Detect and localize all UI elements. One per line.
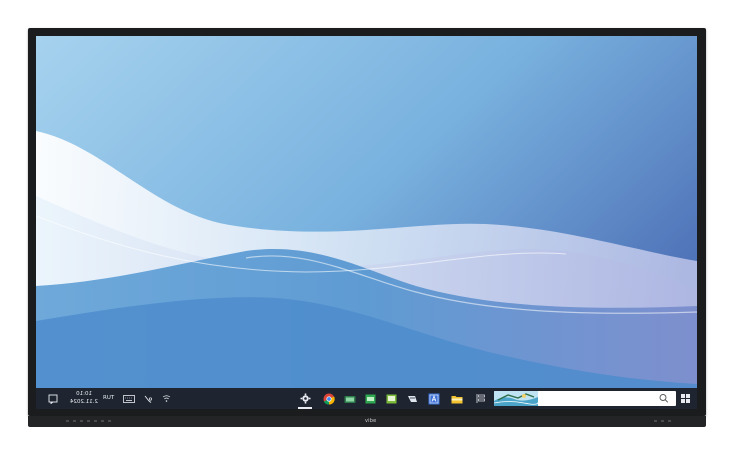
folder-app[interactable] bbox=[450, 392, 463, 405]
camera-app[interactable] bbox=[343, 392, 356, 405]
clock-date: 2.11.2024 bbox=[70, 399, 98, 405]
taskbar: 10:10 2.11.2024 RUT bbox=[36, 388, 697, 409]
camera-icon bbox=[344, 395, 355, 403]
active-app-indicator bbox=[298, 407, 312, 409]
start-icon bbox=[680, 394, 690, 403]
start-button[interactable] bbox=[678, 388, 692, 409]
screen: 10:10 2.11.2024 RUT bbox=[36, 36, 697, 409]
notification-icon bbox=[48, 394, 58, 404]
device-brand: vibe bbox=[365, 418, 377, 424]
keyboard-icon bbox=[123, 394, 135, 403]
chin-indicator-left bbox=[66, 420, 111, 422]
text-app[interactable] bbox=[427, 392, 440, 405]
chrome-app[interactable] bbox=[322, 392, 335, 405]
text-app-icon bbox=[428, 393, 439, 404]
settings-icon bbox=[300, 393, 311, 404]
arrow-app-icon bbox=[408, 395, 417, 402]
display-chin: vibe bbox=[28, 416, 706, 427]
desktop-wallpaper bbox=[36, 36, 697, 409]
notification-button[interactable] bbox=[46, 388, 60, 409]
chrome-icon bbox=[323, 393, 335, 405]
search-highlight-image bbox=[494, 391, 538, 406]
chin-indicator-right bbox=[654, 420, 671, 422]
spreadsheet-icon bbox=[365, 394, 376, 403]
language-indicator[interactable]: RUT bbox=[103, 388, 114, 409]
taskbar-search[interactable] bbox=[494, 391, 676, 406]
wifi-button[interactable] bbox=[160, 388, 172, 409]
keyboard-button[interactable] bbox=[122, 388, 136, 409]
search-input[interactable] bbox=[540, 391, 658, 406]
tools-app[interactable] bbox=[474, 392, 487, 405]
whiteboard-app[interactable] bbox=[385, 392, 398, 405]
settings-app[interactable] bbox=[299, 392, 312, 405]
pen-icon bbox=[144, 395, 153, 403]
wifi-icon bbox=[162, 395, 170, 402]
folder-icon bbox=[451, 395, 462, 403]
arrow-app[interactable] bbox=[406, 392, 419, 405]
pen-button[interactable] bbox=[142, 388, 154, 409]
search-icon[interactable] bbox=[658, 393, 670, 404]
taskbar-clock[interactable]: 10:10 2.11.2024 bbox=[66, 390, 102, 407]
clock-time: 10:10 bbox=[76, 391, 92, 397]
whiteboard-icon bbox=[386, 394, 397, 403]
spreadsheet-app[interactable] bbox=[364, 392, 377, 405]
tools-icon bbox=[476, 394, 485, 403]
